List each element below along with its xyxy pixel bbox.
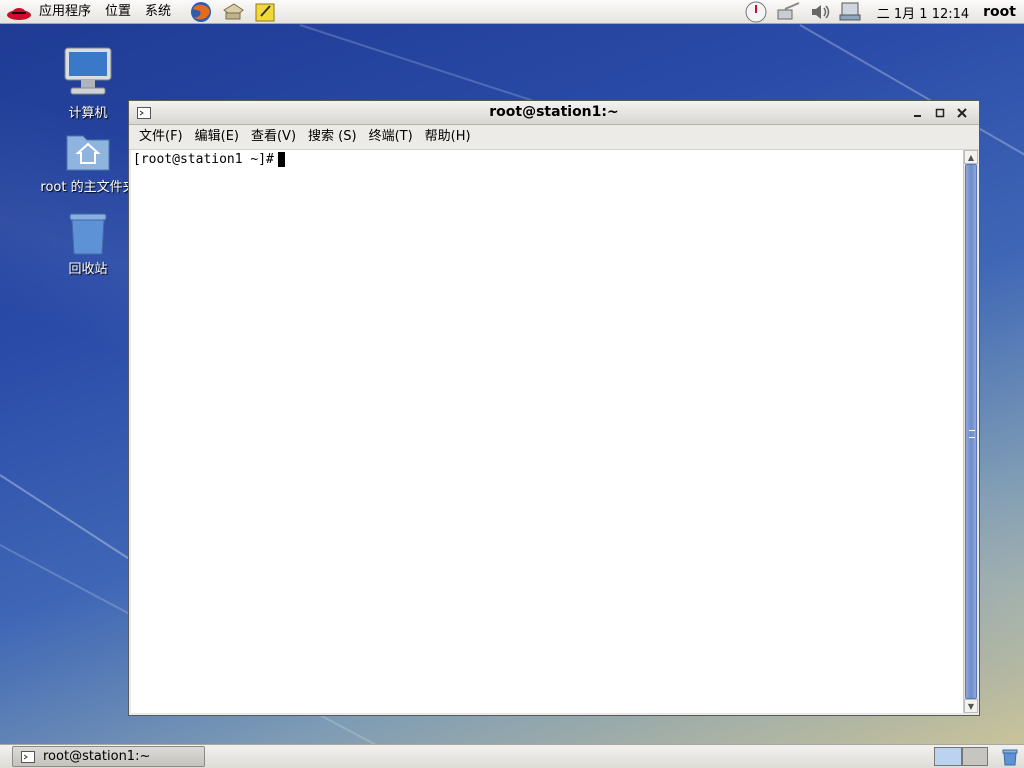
taskbar-terminal-button[interactable]: root@station1:~ (12, 746, 205, 767)
notes-icon (255, 3, 275, 21)
terminal-menubar: 文件(F) 编辑(E) 查看(V) 搜索 (S) 终端(T) 帮助(H) (129, 125, 979, 150)
display-indicator[interactable] (839, 1, 863, 23)
text-cursor (277, 152, 285, 167)
desktop-icon-label: 回收站 (68, 262, 108, 277)
desktop-icon-trash[interactable]: 回收站 (40, 210, 136, 277)
trash-applet[interactable] (1000, 747, 1020, 766)
firefox-launcher[interactable] (190, 1, 212, 23)
update-indicator[interactable] (743, 1, 769, 23)
taskbar-label: root@station1:~ (43, 749, 151, 764)
menu-file[interactable]: 文件(F) (133, 125, 189, 149)
desktop-icon-label: root 的主文件夹 (40, 180, 136, 195)
network-indicator[interactable] (777, 1, 801, 23)
panel-clock[interactable]: 二 1月 1 12:14 (877, 3, 969, 22)
volume-control[interactable] (809, 1, 831, 23)
notes-launcher[interactable] (254, 1, 276, 23)
terminal-icon (21, 750, 35, 763)
top-panel: 应用程序 位置 系统 二 1月 1 12:14 root (0, 0, 1024, 24)
maximize-icon (935, 108, 945, 117)
menu-search[interactable]: 搜索 (S) (302, 125, 363, 149)
home-folder-icon (66, 135, 110, 171)
terminal-text-area[interactable]: [root@station1 ~]# (131, 150, 965, 713)
close-button[interactable] (951, 103, 973, 123)
computer-icon (64, 47, 112, 95)
workspace-1[interactable] (934, 747, 962, 766)
maximize-button[interactable] (929, 103, 951, 123)
window-title: root@station1:~ (489, 104, 619, 120)
mail-icon (223, 2, 244, 19)
shell-prompt: [root@station1 ~]# (133, 152, 274, 167)
trash-icon (1002, 749, 1018, 765)
trash-icon (69, 213, 107, 255)
desktop-icon-computer[interactable]: 计算机 (40, 46, 136, 121)
redhat-logo-icon[interactable] (6, 2, 32, 22)
desktop-background: 计算机 root 的主文件夹 回收站 root@station1:~ 文件(F)… (0, 24, 1024, 744)
close-icon (957, 107, 967, 118)
workspace-2[interactable] (962, 747, 988, 766)
vertical-scrollbar[interactable]: ▲ ▼ (963, 150, 978, 713)
panel-user[interactable]: root (983, 4, 1016, 20)
display-icon (839, 2, 861, 21)
menu-terminal[interactable]: 终端(T) (363, 125, 419, 149)
firefox-icon (191, 1, 212, 22)
network-icon (777, 2, 800, 20)
window-titlebar[interactable]: root@station1:~ (129, 101, 979, 125)
menu-help[interactable]: 帮助(H) (419, 125, 477, 149)
menu-view[interactable]: 查看(V) (245, 125, 302, 149)
menu-edit[interactable]: 编辑(E) (189, 125, 245, 149)
scroll-up-arrow[interactable]: ▲ (964, 150, 978, 164)
mail-launcher[interactable] (222, 1, 244, 23)
minimize-button[interactable] (907, 103, 929, 123)
scroll-thumb[interactable] (965, 164, 977, 699)
menu-applications[interactable]: 应用程序 (32, 0, 98, 24)
desktop-icon-home[interactable]: root 的主文件夹 (40, 130, 136, 195)
scroll-down-arrow[interactable]: ▼ (964, 699, 978, 713)
minimize-icon (914, 114, 921, 117)
volume-icon (811, 5, 829, 19)
bottom-panel: root@station1:~ (0, 744, 1024, 768)
terminal-window[interactable]: root@station1:~ 文件(F) 编辑(E) 查看(V) 搜索 (S)… (128, 100, 980, 716)
desktop-icon-label: 计算机 (68, 106, 108, 121)
menu-places[interactable]: 位置 (98, 0, 138, 24)
update-icon (745, 1, 767, 23)
menu-system[interactable]: 系统 (138, 0, 178, 24)
